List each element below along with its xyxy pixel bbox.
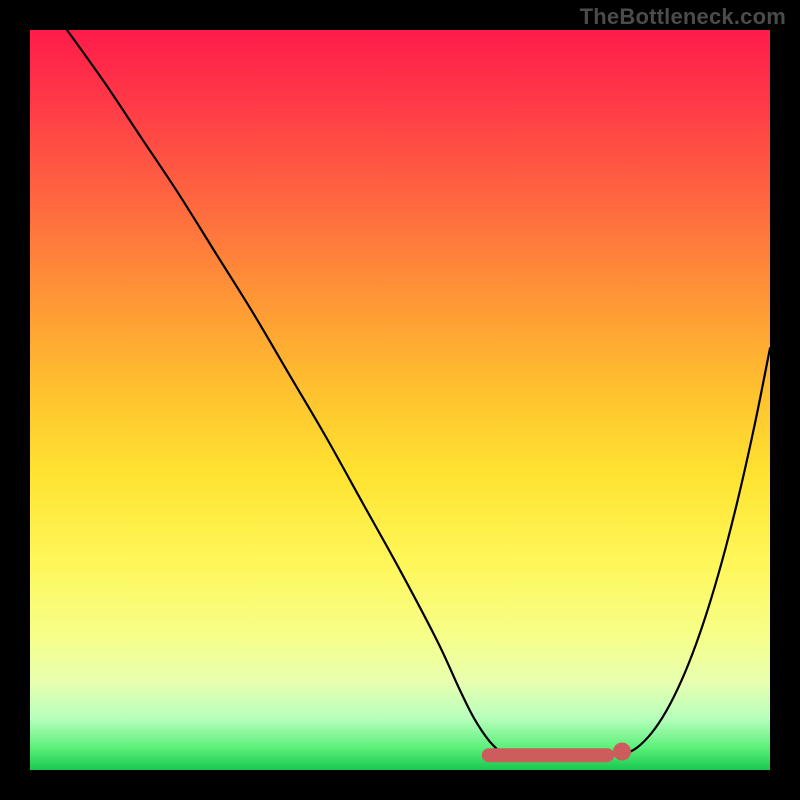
left-curve bbox=[67, 30, 504, 755]
curve-layer bbox=[30, 30, 770, 770]
plot-area bbox=[30, 30, 770, 770]
watermark-text: TheBottleneck.com bbox=[580, 4, 786, 30]
chart-stage: TheBottleneck.com bbox=[0, 0, 800, 800]
accent-dot bbox=[613, 743, 631, 761]
right-curve bbox=[622, 348, 770, 755]
